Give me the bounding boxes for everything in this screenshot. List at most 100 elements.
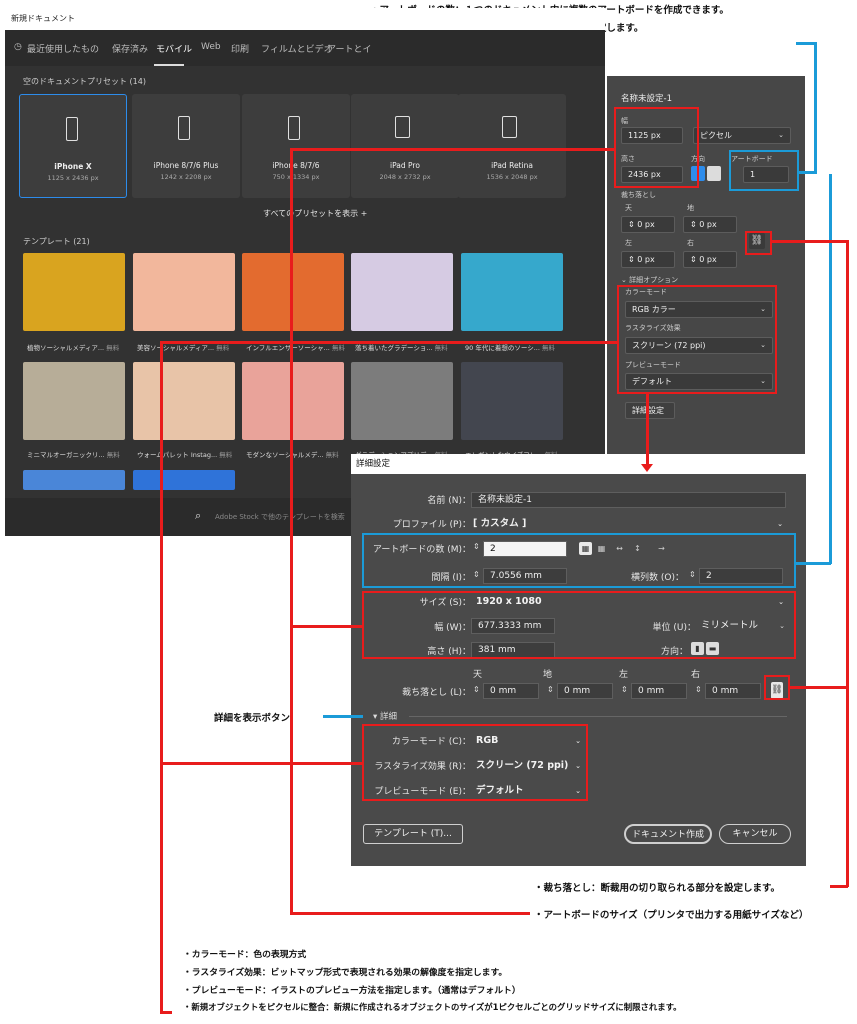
settings-note: ・ラスタライズ効果：ビットマップ形式で表現される効果の解像度を指定します。 [183, 968, 508, 978]
stepper-icon[interactable]: ⇕ [473, 685, 480, 694]
advanced-options-highlight [617, 285, 777, 394]
connector-line [846, 240, 849, 887]
bleed-top-label: 天 [625, 204, 632, 212]
stepper-icon: ⇕ [690, 220, 700, 229]
connector-line [796, 562, 831, 565]
advanced-toggle[interactable]: ▾ 詳細 [373, 710, 397, 722]
name-label: 名前 (N)： [427, 496, 471, 506]
preset-ipad-retina[interactable]: iPad Retina 1536 x 2048 px [458, 94, 566, 198]
preset-dims: 1536 x 2048 px [486, 173, 538, 181]
bleed-top-field[interactable]: ⇕ 0 px [621, 216, 675, 233]
tablet-icon [395, 116, 410, 138]
chevron-down-icon: ⌄ [777, 520, 783, 528]
template-thumb[interactable] [23, 253, 125, 331]
tab-print[interactable]: 印刷 [231, 42, 249, 55]
bleed-top-label: 天 [473, 670, 483, 680]
window-title: 新規ドキュメント [5, 8, 605, 30]
preset-iphone-plus[interactable]: iPhone 8/7/6 Plus 1242 x 2208 px [132, 94, 240, 198]
preset-name: iPad Retina [491, 161, 533, 170]
template-thumb[interactable] [461, 253, 563, 331]
template-thumb[interactable] [133, 362, 235, 440]
show-detail-label: 詳細を表示ボタン [214, 713, 291, 724]
profile-select[interactable]: [ カスタム ] ⌄ [473, 516, 783, 532]
stepper-icon: ⇕ [690, 255, 700, 264]
stepper-icon: ⇕ [628, 220, 638, 229]
profile-label: プロファイル (P)： [392, 520, 471, 530]
template-thumb[interactable] [351, 253, 453, 331]
size-note: ・アートボードのサイズ（プリンタで出力する用紙サイズなど） [534, 910, 809, 921]
template-thumb[interactable] [23, 362, 125, 440]
template-thumb[interactable] [461, 362, 563, 440]
bleed-right-label: 右 [691, 670, 701, 680]
preset-name: iPhone 8/7/6 Plus [153, 161, 219, 170]
template-thumb[interactable] [242, 362, 344, 440]
template-thumb[interactable] [351, 362, 453, 440]
bleed-right-label: 右 [687, 239, 694, 247]
search-input[interactable]: Adobe Stock で他のテンプレートを検索 [215, 512, 345, 522]
landscape-icon[interactable] [707, 166, 721, 181]
preset-dims: 2048 x 2732 px [379, 173, 431, 181]
tab-recent[interactable]: 最近使用したもの [27, 42, 99, 55]
template-button[interactable]: テンプレート (T)... [363, 824, 463, 844]
connector-line [160, 341, 617, 344]
preset-ipad-pro[interactable]: iPad Pro 2048 x 2732 px [351, 94, 459, 198]
template-thumb[interactable] [133, 470, 235, 490]
connector-line [290, 148, 293, 914]
document-name[interactable]: 名称未設定-1 [621, 92, 672, 104]
template-caption: 美容ソーシャルメディア... 無料 [137, 344, 230, 352]
name-field[interactable]: 名称未設定-1 [471, 492, 786, 508]
preset-iphone-x[interactable]: iPhone X 1125 x 2436 px [19, 94, 127, 198]
tab-art[interactable]: アートとイ [327, 42, 371, 55]
bleed-top-field[interactable]: 0 mm [483, 683, 539, 699]
more-settings-button[interactable]: 詳細設定 [625, 402, 675, 419]
template-caption: 90 年代に着想のソーシ... 無料 [465, 344, 555, 352]
bleed-bottom-field[interactable]: ⇕ 0 px [683, 216, 737, 233]
bleed-bottom-field[interactable]: 0 mm [557, 683, 613, 699]
connector-line [796, 42, 816, 45]
phone-icon [288, 116, 300, 140]
connector-line [160, 1011, 172, 1014]
connector-line [290, 148, 614, 151]
bleed-right-field[interactable]: 0 mm [705, 683, 761, 699]
preset-iphone-876[interactable]: iPhone 8/7/6 750 x 1334 px [242, 94, 350, 198]
tab-mobile[interactable]: モバイル [156, 42, 192, 55]
bleed-label: 裁ち落とし (L)： [402, 688, 471, 698]
cancel-button[interactable]: キャンセル [719, 824, 791, 844]
bleed-left-field[interactable]: ⇕ 0 px [621, 251, 675, 268]
template-caption: 落ち着いたグラデーショ... 無料 [355, 344, 448, 352]
connector-line [160, 341, 163, 1013]
view-all-presets-link[interactable]: すべてのプリセットを表示 + [263, 208, 367, 219]
unit-select[interactable]: ピクセル ⌄ [693, 127, 791, 144]
template-thumb[interactable] [242, 253, 344, 331]
template-caption: ウォームパレット Instag... 無料 [137, 451, 233, 459]
tab-film-video[interactable]: フィルムとビデオ [261, 42, 333, 55]
preset-name: iPhone 8/7/6 [272, 161, 320, 170]
settings-note: ・プレビューモード：イラストのプレビュー方法を指定します。（通常はデフォルト） [183, 986, 521, 996]
template-thumb[interactable] [133, 253, 235, 331]
tab-web[interactable]: Web [201, 42, 221, 52]
tab-saved[interactable]: 保存済み [112, 42, 148, 55]
stepper-icon[interactable]: ⇕ [695, 685, 702, 694]
connector-line [830, 885, 848, 888]
size-highlight [614, 107, 699, 188]
template-thumb[interactable] [23, 470, 125, 490]
dialog-title: 詳細設定 [351, 454, 806, 474]
preset-name: iPhone X [54, 162, 92, 171]
phone-icon [178, 116, 190, 140]
stepper-icon[interactable]: ⇕ [621, 685, 628, 694]
search-icon: ⌕ [195, 509, 202, 522]
artboard-count-highlight [362, 533, 796, 588]
template-caption: インフルエンサーソーシャ... 無料 [246, 344, 345, 352]
settings-note: ・新規オブジェクトをピクセルに整合：新規に作成されるオブジェクトのサイズが1ピク… [183, 1002, 682, 1012]
create-document-button[interactable]: ドキュメント作成 [624, 824, 712, 844]
phone-icon [66, 117, 78, 141]
stepper-icon: ⇕ [628, 255, 638, 264]
bleed-right-field[interactable]: ⇕ 0 px [683, 251, 737, 268]
advanced-options-toggle[interactable]: ⌄ 詳細オプション [621, 275, 678, 285]
dialog-advanced-highlight [362, 724, 588, 801]
divider [409, 716, 787, 717]
connector-line [814, 42, 817, 174]
bleed-left-field[interactable]: 0 mm [631, 683, 687, 699]
connector-line [160, 762, 362, 765]
stepper-icon[interactable]: ⇕ [547, 685, 554, 694]
